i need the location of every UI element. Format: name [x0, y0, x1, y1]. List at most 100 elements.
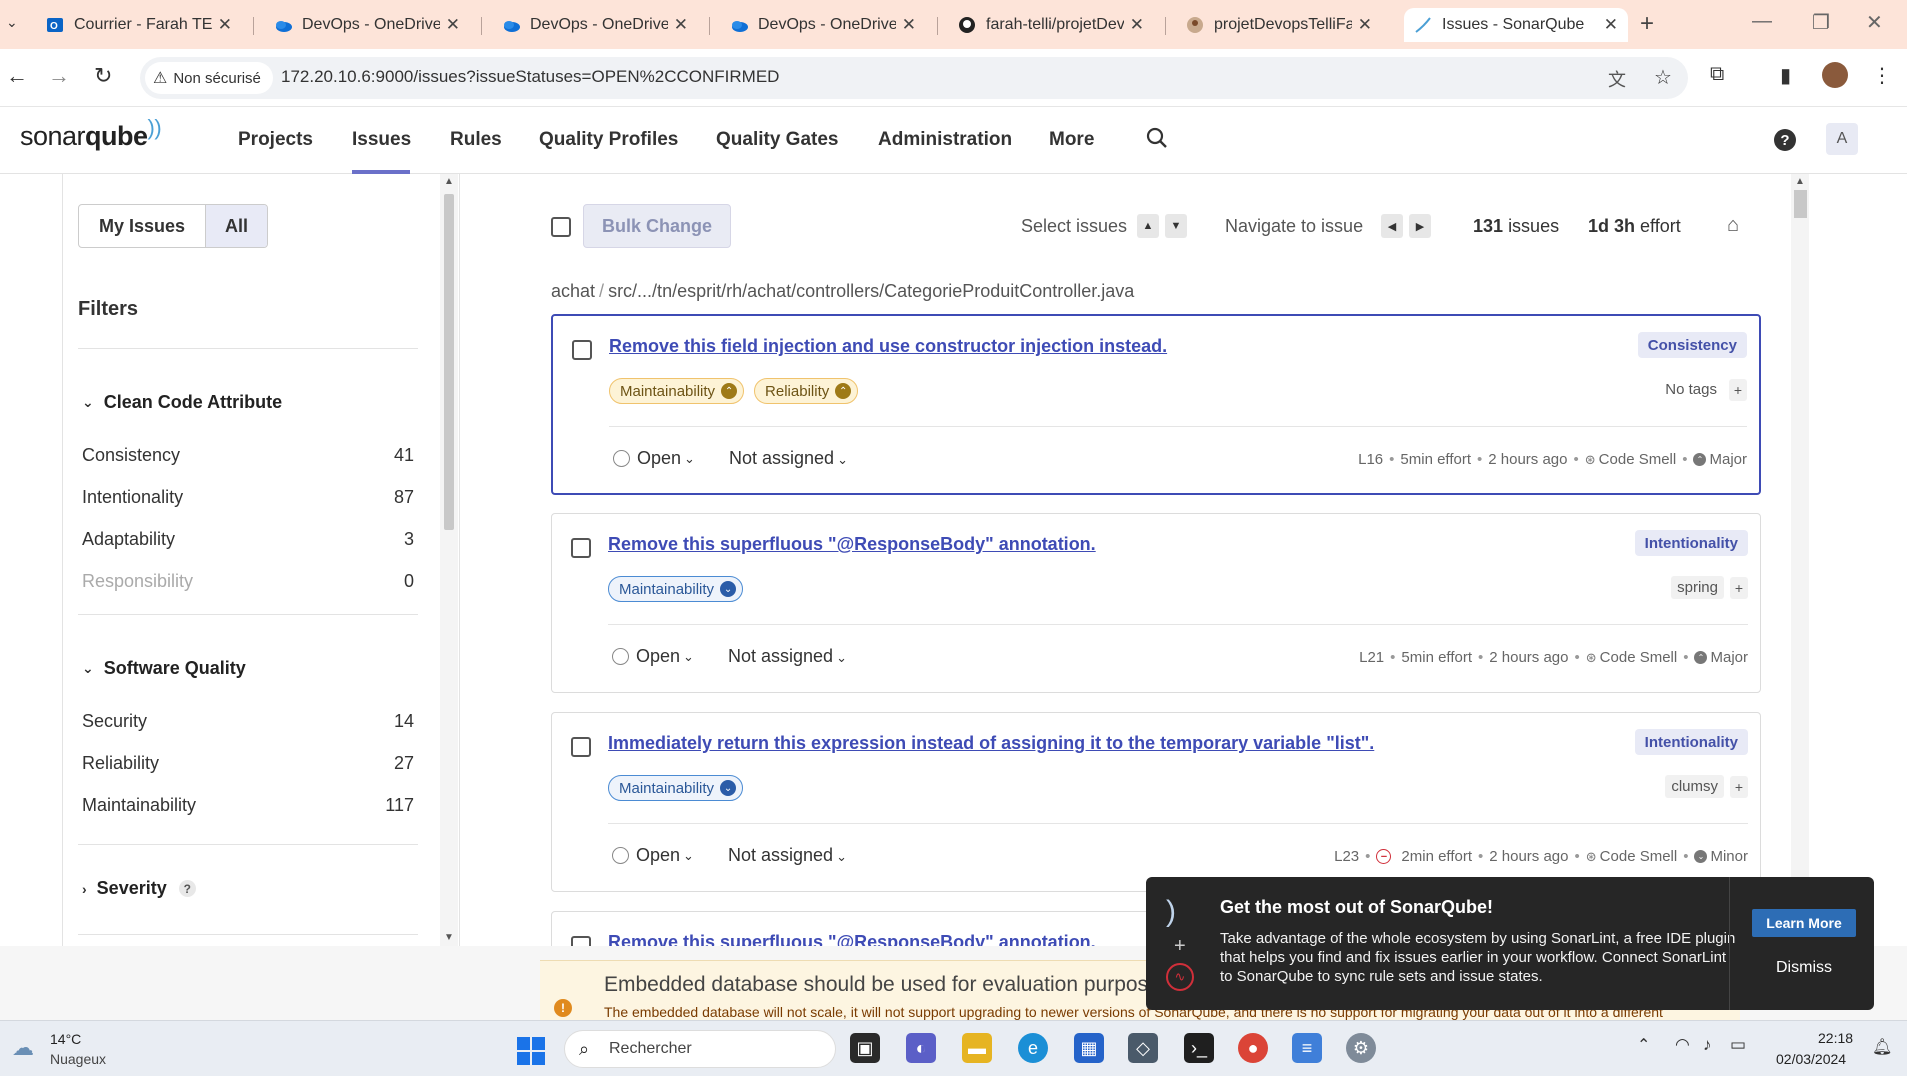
issue-line[interactable]: L21 [1359, 649, 1384, 666]
facet-responsibility[interactable]: Responsibility 0 [82, 566, 414, 596]
tag-label[interactable]: clumsy [1665, 775, 1724, 798]
quality-pill[interactable]: Reliability ⌃ [754, 378, 859, 404]
cloud-icon[interactable]: ☁ [12, 1035, 34, 1061]
browser-tab[interactable]: DevOps - OneDrive ✕ [492, 8, 698, 42]
issue-assignee-dropdown[interactable]: Not assigned ⌄ [728, 845, 847, 866]
bookmark-star-icon[interactable]: ☆ [1654, 65, 1672, 90]
close-window-icon[interactable]: ✕ [1866, 10, 1883, 35]
minimize-icon[interactable]: — [1752, 10, 1772, 33]
facet-intentionality[interactable]: Intentionality 87 [82, 482, 414, 512]
issue-checkbox[interactable] [571, 737, 591, 757]
issue-card[interactable]: Remove this field injection and use cons… [551, 314, 1761, 495]
severity-header[interactable]: › Severity? [82, 878, 196, 899]
nav-quality-profiles[interactable]: Quality Profiles [539, 129, 678, 151]
file-path-link[interactable]: src/.../tn/esprit/rh/achat/controllers/C… [608, 281, 1134, 301]
issue-title-link[interactable]: Remove this superfluous "@ResponseBody" … [608, 932, 1096, 946]
tab-search-chevron-icon[interactable]: ⌄ [6, 14, 18, 31]
chrome-icon[interactable]: ● [1238, 1033, 1268, 1063]
search-icon[interactable] [1146, 127, 1168, 155]
url-text[interactable]: 172.20.10.6:9000/issues?issueStatuses=OP… [281, 67, 779, 87]
main-scroll-thumb[interactable] [1794, 190, 1807, 218]
my-issues-button[interactable]: My Issues [79, 205, 206, 247]
sidepanel-icon[interactable]: ▮ [1780, 63, 1791, 88]
scroll-up-arrow-icon[interactable]: ▲ [1795, 176, 1805, 187]
address-bar[interactable]: ⚠ Non sécurisé 172.20.10.6:9000/issues?i… [140, 57, 1688, 99]
issue-status-dropdown[interactable]: Open ⌄ [613, 448, 695, 469]
taskbar-search[interactable]: ⌕ Rechercher [564, 1030, 836, 1068]
facet-security[interactable]: Security 14 [82, 706, 414, 736]
virtualbox-icon[interactable]: ◇ [1128, 1033, 1158, 1063]
quality-pill[interactable]: Maintainability ⌄ [608, 576, 744, 602]
scroll-up-arrow-icon[interactable]: ▲ [444, 176, 454, 187]
issue-checkbox[interactable] [571, 538, 591, 558]
notification-bell-icon[interactable]: 🔔︎ [1872, 1037, 1892, 1057]
wifi-icon[interactable]: ◠ [1675, 1035, 1690, 1055]
browser-tab[interactable]: Issues - SonarQube ✕ [1404, 8, 1628, 42]
close-tab-icon[interactable]: ✕ [674, 15, 688, 35]
issue-assignee-dropdown[interactable]: Not assigned ⌄ [729, 448, 848, 469]
nav-projects[interactable]: Projects [238, 129, 313, 151]
all-issues-button[interactable]: All [206, 205, 267, 247]
issue-checkbox[interactable] [572, 340, 592, 360]
browser-tab[interactable]: farah-telli/projetDev ✕ [948, 8, 1154, 42]
issue-age[interactable]: 2 hours ago [1489, 848, 1568, 865]
nav-rules[interactable]: Rules [450, 129, 502, 151]
user-avatar[interactable]: A [1826, 123, 1858, 155]
close-tab-icon[interactable]: ✕ [218, 15, 232, 35]
dismiss-button[interactable]: Dismiss [1752, 959, 1856, 977]
nav-administration[interactable]: Administration [878, 129, 1012, 151]
translate-icon[interactable]: ⽂ [1608, 66, 1626, 92]
close-tab-icon[interactable]: ✕ [902, 15, 916, 35]
clean-code-attribute-header[interactable]: ⌄ Clean Code Attribute [82, 392, 282, 413]
battery-icon[interactable]: ▭ [1730, 1035, 1746, 1055]
close-tab-icon[interactable]: ✕ [1130, 15, 1144, 35]
quality-pill[interactable]: Maintainability ⌃ [609, 378, 745, 404]
terminal-icon[interactable]: ›_ [1184, 1033, 1214, 1063]
volume-icon[interactable]: ♪ [1703, 1035, 1712, 1055]
edge-icon[interactable]: e [1018, 1033, 1048, 1063]
home-icon[interactable]: ⌂ [1727, 214, 1739, 237]
browser-menu-icon[interactable]: ⋮ [1872, 63, 1892, 88]
facet-consistency[interactable]: Consistency 41 [82, 440, 414, 470]
quality-pill[interactable]: Maintainability ⌄ [608, 775, 744, 801]
scroll-down-arrow-icon[interactable]: ▼ [444, 932, 454, 943]
facet-adaptability[interactable]: Adaptability 3 [82, 524, 414, 554]
issue-card[interactable]: Immediately return this expression inste… [551, 712, 1761, 892]
add-tag-icon[interactable]: + [1730, 576, 1748, 599]
reload-icon[interactable]: ↻ [94, 63, 112, 89]
tag-label[interactable]: spring [1671, 576, 1724, 599]
weather-temp[interactable]: 14°C [50, 1031, 81, 1047]
close-tab-icon[interactable]: ✕ [1604, 15, 1618, 35]
profile-avatar[interactable] [1822, 62, 1848, 88]
restore-icon[interactable]: ❐ [1812, 10, 1830, 35]
settings-gear-icon[interactable]: ⚙ [1346, 1033, 1376, 1063]
browser-tab[interactable]: O Courrier - Farah TELLI ✕ [36, 8, 242, 42]
sonarqube-logo[interactable]: sonarqube)) [20, 115, 162, 152]
new-tab-button[interactable]: + [1640, 10, 1654, 38]
nav-issues[interactable]: Issues [352, 129, 411, 151]
issue-title-link[interactable]: Remove this field injection and use cons… [609, 336, 1167, 357]
issue-age[interactable]: 2 hours ago [1488, 451, 1567, 468]
project-link[interactable]: achat [551, 281, 595, 301]
issue-checkbox[interactable] [571, 936, 591, 946]
close-tab-icon[interactable]: ✕ [1358, 15, 1372, 35]
issue-title-link[interactable]: Remove this superfluous "@ResponseBody" … [608, 534, 1096, 555]
clock-time[interactable]: 22:18 [1818, 1030, 1853, 1046]
software-quality-header[interactable]: ⌄ Software Quality [82, 658, 246, 679]
browser-tab[interactable]: DevOps - OneDrive ✕ [720, 8, 926, 42]
browser-tab[interactable]: projetDevopsTelliFar ✕ [1176, 8, 1382, 42]
weather-condition[interactable]: Nuageux [50, 1051, 106, 1067]
issue-age[interactable]: 2 hours ago [1489, 649, 1568, 666]
tray-overflow-icon[interactable]: ⌃ [1637, 1035, 1650, 1055]
main-scrollbar[interactable] [1791, 174, 1809, 946]
add-tag-icon[interactable]: + [1729, 378, 1747, 401]
sidebar-scroll-thumb[interactable] [444, 194, 454, 530]
security-chip[interactable]: ⚠ Non sécurisé [145, 62, 273, 94]
add-tag-icon[interactable]: + [1730, 775, 1748, 798]
file-explorer-icon[interactable]: ▬ [962, 1033, 992, 1063]
windows-start-icon[interactable] [517, 1037, 545, 1065]
severity-help-icon[interactable]: ? [178, 880, 196, 897]
notepad-icon[interactable]: ≡ [1292, 1033, 1322, 1063]
task-view-icon[interactable]: ▣ [850, 1033, 880, 1063]
issue-assignee-dropdown[interactable]: Not assigned ⌄ [728, 646, 847, 667]
